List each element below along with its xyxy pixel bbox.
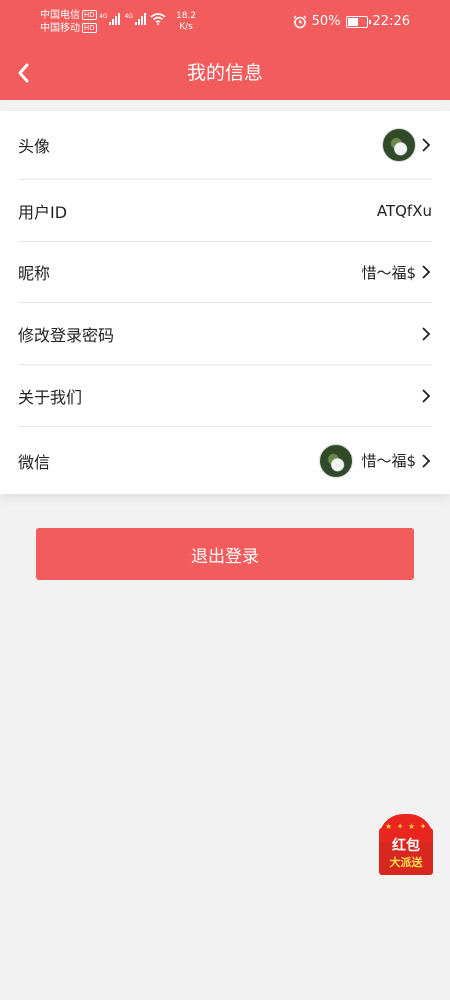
status-bar: 中国电信 HD 中国移动 HD 4G 4G 18.2 K/s 50% 22:26	[0, 0, 450, 44]
nickname-row[interactable]: 昵称 惜～福$	[18, 242, 432, 303]
hd-badge-2: HD	[82, 23, 97, 33]
row-label: 关于我们	[18, 387, 83, 407]
carrier-info: 中国电信 HD 中国移动 HD	[40, 9, 97, 35]
red-packet-title: 红包	[392, 838, 420, 854]
about-us-row[interactable]: 关于我们	[18, 365, 432, 427]
header-bar: 中国电信 HD 中国移动 HD 4G 4G 18.2 K/s 50% 22:26…	[0, 0, 450, 100]
chevron-right-icon	[422, 265, 431, 279]
battery-icon	[345, 15, 371, 28]
avatar-row[interactable]: 头像	[18, 111, 432, 180]
hd-badge-1: HD	[82, 10, 97, 20]
row-label: 头像	[18, 137, 51, 156]
alarm-icon	[293, 15, 307, 28]
red-packet-subtitle: 大派送	[389, 856, 423, 869]
status-right: 50% 22:26	[293, 14, 410, 29]
chevron-right-icon	[422, 138, 431, 152]
user-id-value: ATQfXu	[376, 201, 432, 220]
chevron-right-icon	[422, 388, 431, 403]
battery-percent: 50%	[311, 14, 341, 29]
chevron-right-icon	[422, 453, 431, 468]
chevron-right-icon	[422, 326, 431, 341]
carrier-1: 中国电信	[40, 10, 80, 21]
signal-icon: 4G	[99, 13, 121, 25]
red-packet-button[interactable]: ★ ✦ ★ ✦ 红包 大派送	[379, 814, 433, 875]
change-password-row[interactable]: 修改登录密码	[18, 303, 432, 365]
row-label: 昵称	[18, 264, 51, 283]
wechat-avatar	[319, 443, 354, 478]
red-packet-decor: ★ ✦ ★ ✦	[385, 822, 428, 831]
user-id-row: 用户ID ATQfXu	[18, 180, 432, 242]
avatar	[382, 128, 416, 162]
network-speed: 18.2 K/s	[176, 11, 197, 32]
row-label: 微信	[18, 452, 51, 472]
clock: 22:26	[372, 14, 410, 29]
wechat-nickname: 惜～福$	[361, 452, 416, 470]
info-list: 头像 用户ID ATQfXu 昵称 惜～福$ 修改登录密码 关于我们 微信 惜～…	[0, 111, 450, 494]
signal-icon: 4G	[124, 13, 146, 25]
carrier-2: 中国移动	[40, 23, 80, 34]
nickname-value: 惜～福$	[361, 263, 416, 282]
wifi-icon	[150, 13, 166, 25]
row-label: 修改登录密码	[18, 325, 115, 345]
logout-button[interactable]: 退出登录	[36, 528, 414, 580]
signal-icons: 4G 4G	[99, 13, 166, 25]
wechat-row[interactable]: 微信 惜～福$	[18, 427, 432, 494]
page-title: 我的信息	[186, 62, 263, 84]
row-label: 用户ID	[18, 202, 68, 222]
